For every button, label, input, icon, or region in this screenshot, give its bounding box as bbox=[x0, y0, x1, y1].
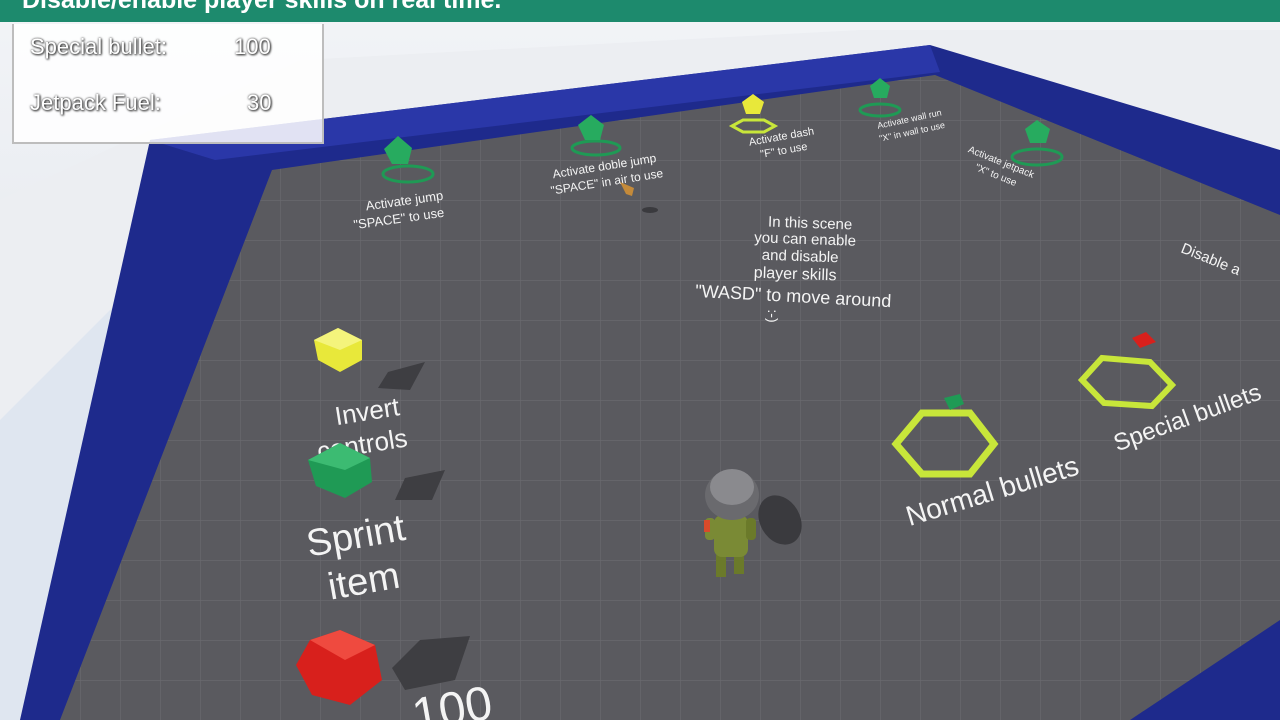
banner-title: Disable/enable player skills on real tim… bbox=[22, 0, 502, 14]
svg-text:player skills: player skills bbox=[754, 265, 837, 285]
svg-text::-): :-) bbox=[765, 309, 781, 322]
jetpack-fuel-label: Jetpack Fuel: bbox=[30, 90, 161, 115]
svg-text:and disable: and disable bbox=[762, 247, 839, 267]
hud-panel: Special bullet: 100 Jetpack Fuel: 30 bbox=[12, 24, 324, 144]
jetpack-fuel-value: 30 bbox=[247, 90, 272, 115]
special-bullet-label: Special bullet: bbox=[30, 34, 167, 59]
special-bullet-value: 100 bbox=[234, 34, 271, 59]
tutorial-banner: Disable/enable player skills on real tim… bbox=[0, 0, 1280, 22]
